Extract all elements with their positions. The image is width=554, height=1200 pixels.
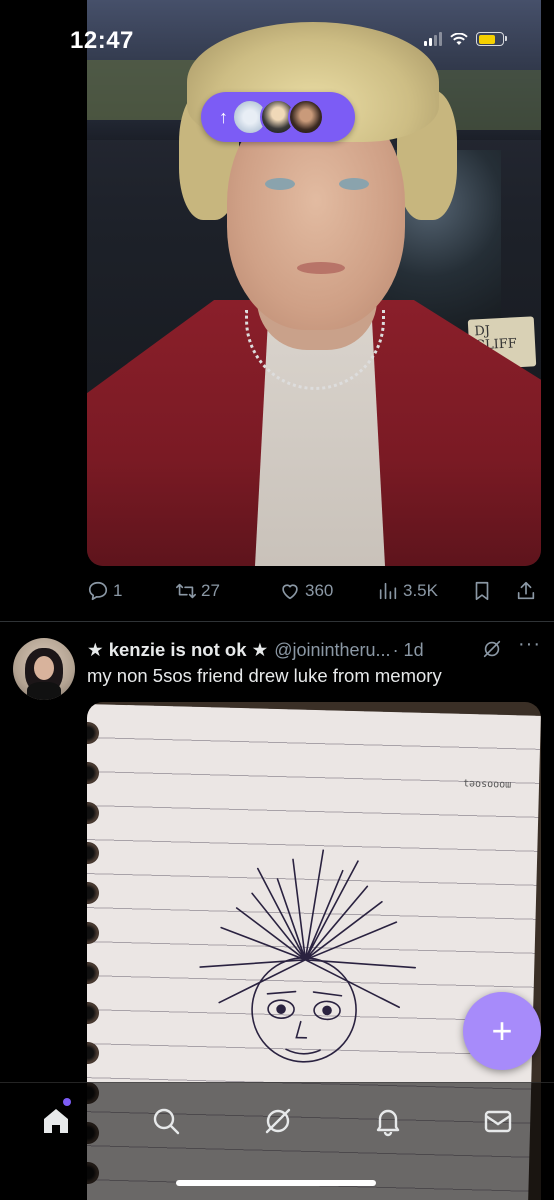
nav-grok[interactable] [262, 1105, 294, 1137]
image-figure [339, 178, 369, 190]
cellular-signal-icon [424, 32, 442, 46]
post-actions: 1 27 360 3.5K [87, 574, 541, 608]
avatar [288, 99, 324, 135]
status-indicators [424, 32, 507, 46]
repost-count: 27 [201, 581, 220, 600]
repost-icon [176, 583, 196, 599]
notebook-brand: mooosoeʇ [462, 777, 512, 791]
grok-icon [265, 1108, 291, 1134]
compose-button[interactable]: + [463, 992, 541, 1070]
share-button[interactable] [515, 580, 537, 602]
views-count: 3.5K [403, 581, 438, 600]
post-header: ★ kenzie is not ok ★ @joinintheru... · 1… [87, 633, 541, 663]
like-button[interactable]: 360 [279, 580, 333, 602]
wifi-icon [450, 32, 468, 45]
nav-home[interactable] [40, 1105, 72, 1137]
search-icon [153, 1108, 180, 1135]
post-divider [0, 621, 554, 622]
status-time: 12:47 [70, 27, 134, 54]
image-figure [297, 262, 345, 274]
image-figure [265, 178, 295, 190]
nav-messages[interactable] [482, 1105, 514, 1137]
reply-count: 1 [113, 581, 123, 600]
avatar[interactable] [13, 638, 75, 700]
reply-icon [88, 581, 108, 601]
repost-button[interactable]: 27 [175, 580, 220, 602]
messages-icon [484, 1110, 512, 1133]
bookmark-icon [475, 581, 489, 601]
notification-dot [63, 1098, 71, 1106]
author-handle[interactable]: @joinintheru... [274, 640, 390, 661]
reply-button[interactable]: 1 [87, 580, 122, 602]
post-timestamp: · 1d [392, 639, 424, 660]
battery-icon [476, 32, 507, 46]
notifications-icon [376, 1109, 400, 1137]
nav-search[interactable] [150, 1105, 182, 1137]
home-indicator [176, 1180, 376, 1186]
like-count: 360 [305, 581, 334, 600]
bookmark-button[interactable] [471, 580, 493, 602]
more-options-icon[interactable]: ··· [518, 633, 541, 656]
post-image-portrait[interactable]: DJ CLIFF [87, 0, 541, 566]
author-name[interactable]: ★ kenzie is not ok ★ [87, 639, 268, 661]
sketch-drawing [199, 849, 417, 1063]
home-icon [44, 1109, 68, 1133]
post-text: my non 5sos friend drew luke from memory [87, 665, 442, 686]
nav-notifications[interactable] [372, 1105, 404, 1137]
views-icon [379, 582, 397, 600]
grok-icon[interactable] [481, 638, 503, 660]
arrow-up-icon: ↑ [219, 106, 228, 127]
share-icon [517, 581, 535, 600]
views-button[interactable]: 3.5K [377, 580, 438, 602]
heart-icon [282, 584, 298, 600]
new-posts-pill[interactable]: ↑ [201, 92, 355, 142]
